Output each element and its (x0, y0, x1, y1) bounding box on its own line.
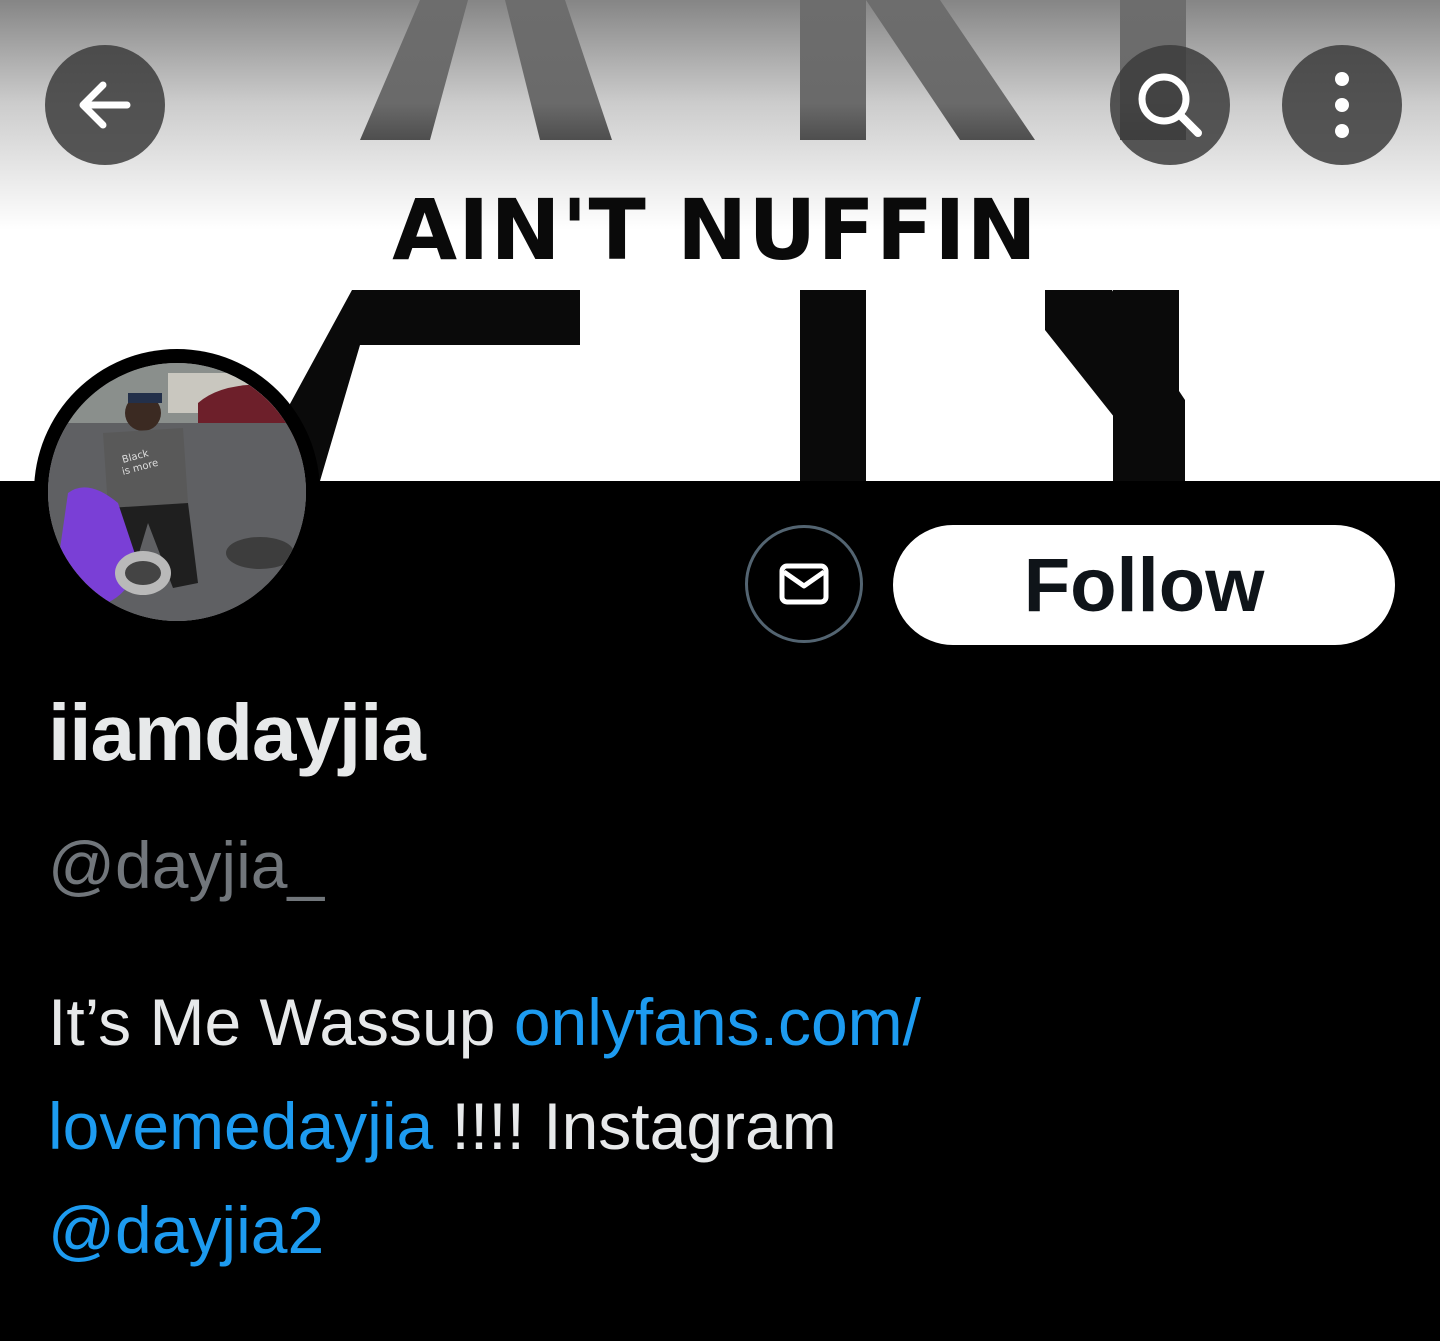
arrow-left-icon (79, 81, 131, 129)
display-name: iiamdayjia (48, 688, 426, 777)
envelope-icon (779, 563, 829, 605)
bio-text-instagram: !!!! Instagram (433, 1089, 837, 1163)
more-options-button[interactable] (1282, 45, 1402, 165)
avatar-photo: Black is more (48, 363, 306, 621)
more-vertical-icon (1335, 72, 1349, 138)
user-handle: @dayjia_ (48, 828, 325, 902)
bio-text: It’s Me Wassup (48, 985, 514, 1059)
search-icon (1138, 73, 1202, 137)
follow-button[interactable]: Follow (893, 525, 1395, 645)
bio-mention-link[interactable]: @dayjia2 (48, 1193, 324, 1267)
message-button[interactable] (745, 525, 863, 643)
profile-bio: It’s Me Wassup onlyfans.com/lovemedayjia… (48, 970, 1388, 1282)
search-button[interactable] (1110, 45, 1230, 165)
bio-link-onlyfans-path[interactable]: lovemedayjia (48, 1089, 433, 1163)
back-button[interactable] (45, 45, 165, 165)
bio-link-onlyfans[interactable]: onlyfans.com/ (514, 985, 921, 1059)
avatar[interactable]: Black is more (34, 349, 320, 635)
banner-text: AIN'T NUFFIN (392, 181, 1038, 279)
